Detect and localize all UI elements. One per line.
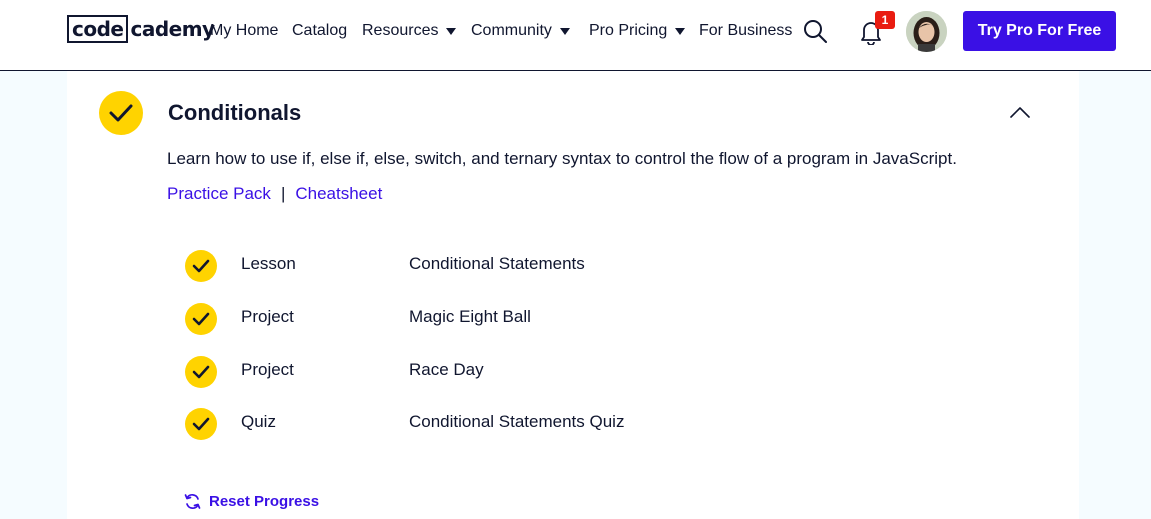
caret-down-icon bbox=[675, 27, 686, 35]
top-navigation: code cademy My Home Catalog Resources Co… bbox=[0, 0, 1151, 71]
codecademy-logo[interactable]: code cademy bbox=[67, 15, 215, 43]
check-icon bbox=[185, 250, 217, 282]
nav-for-business-label: For Business bbox=[699, 22, 793, 39]
module-card: Conditionals Learn how to use if, else i… bbox=[67, 71, 1079, 519]
refresh-icon bbox=[184, 494, 201, 509]
nav-my-home-label: My Home bbox=[210, 22, 279, 39]
list-item[interactable]: Project Race Day bbox=[185, 356, 985, 388]
module-links: Practice Pack | Cheatsheet bbox=[167, 184, 382, 204]
logo-box-text: code bbox=[67, 15, 129, 43]
item-name[interactable]: Conditional Statements bbox=[409, 254, 585, 274]
chevron-up-icon[interactable] bbox=[1009, 105, 1031, 119]
nav-pro-pricing-label: Pro Pricing bbox=[589, 22, 668, 39]
item-type: Project bbox=[241, 307, 294, 326]
item-name[interactable]: Magic Eight Ball bbox=[409, 307, 531, 327]
nav-catalog[interactable]: Catalog bbox=[292, 20, 347, 42]
reset-progress-button[interactable]: Reset Progress bbox=[184, 493, 319, 510]
item-type: Quiz bbox=[241, 412, 276, 431]
check-icon bbox=[185, 303, 217, 335]
module-title: Conditionals bbox=[168, 100, 302, 125]
nav-resources[interactable]: Resources bbox=[362, 20, 457, 42]
nav-community[interactable]: Community bbox=[471, 20, 570, 42]
nav-catalog-label: Catalog bbox=[292, 22, 348, 39]
check-icon bbox=[185, 408, 217, 440]
item-name[interactable]: Race Day bbox=[409, 360, 484, 380]
nav-pro-pricing[interactable]: Pro Pricing bbox=[589, 20, 686, 42]
nav-community-label: Community bbox=[471, 22, 552, 39]
caret-down-icon bbox=[559, 27, 570, 35]
check-icon bbox=[185, 356, 217, 388]
list-item[interactable]: Lesson Conditional Statements bbox=[185, 250, 985, 282]
module-complete-check-icon bbox=[99, 91, 143, 135]
notification-badge: 1 bbox=[875, 11, 895, 29]
practice-pack-link[interactable]: Practice Pack bbox=[167, 184, 271, 204]
try-pro-button[interactable]: Try Pro For Free bbox=[963, 11, 1116, 51]
cheatsheet-link[interactable]: Cheatsheet bbox=[295, 184, 382, 204]
item-type: Project bbox=[241, 360, 294, 379]
item-type: Lesson bbox=[241, 254, 296, 273]
list-item[interactable]: Project Magic Eight Ball bbox=[185, 303, 985, 335]
nav-my-home[interactable]: My Home bbox=[210, 20, 278, 42]
avatar[interactable] bbox=[906, 11, 947, 52]
logo-rest-text: cademy bbox=[130, 17, 215, 41]
list-item[interactable]: Quiz Conditional Statements Quiz bbox=[185, 408, 985, 440]
nav-for-business[interactable]: For Business bbox=[699, 20, 792, 42]
link-separator: | bbox=[280, 184, 286, 203]
item-name[interactable]: Conditional Statements Quiz bbox=[409, 412, 624, 432]
nav-resources-label: Resources bbox=[362, 22, 439, 39]
reset-progress-label: Reset Progress bbox=[209, 493, 320, 510]
caret-down-icon bbox=[446, 27, 457, 35]
module-description: Learn how to use if, else if, else, swit… bbox=[167, 149, 957, 168]
search-icon[interactable] bbox=[803, 19, 827, 43]
